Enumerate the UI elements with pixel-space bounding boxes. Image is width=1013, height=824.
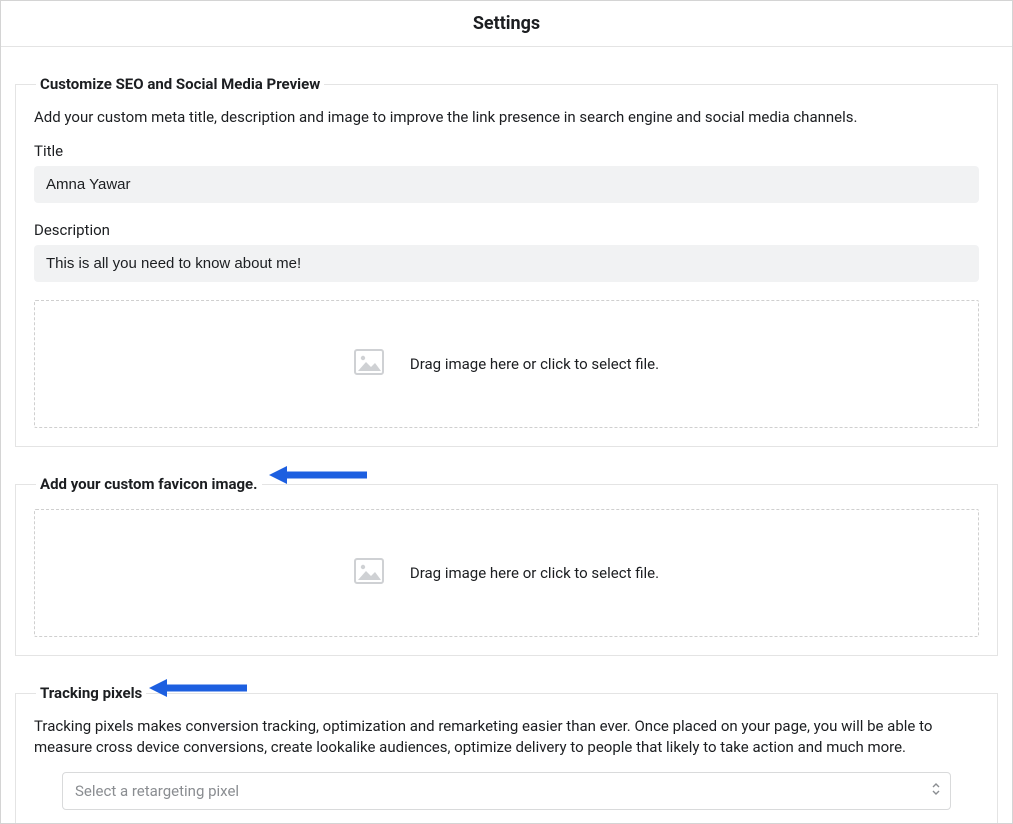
page-header: Settings bbox=[1, 1, 1012, 47]
retargeting-select-wrap: Select a retargeting pixel bbox=[62, 772, 951, 810]
favicon-legend: Add your custom favicon image. bbox=[36, 475, 262, 493]
seo-legend: Customize SEO and Social Media Preview bbox=[36, 75, 324, 93]
tracking-legend: Tracking pixels bbox=[36, 684, 146, 702]
image-icon bbox=[354, 558, 384, 588]
seo-image-dropzone[interactable]: Drag image here or click to select file. bbox=[34, 300, 979, 428]
title-label: Title bbox=[34, 142, 979, 160]
retargeting-pixel-select[interactable]: Select a retargeting pixel bbox=[62, 772, 951, 810]
seo-description: Add your custom meta title, description … bbox=[34, 107, 979, 128]
description-label: Description bbox=[34, 221, 979, 239]
description-input[interactable] bbox=[34, 245, 979, 282]
seo-dropzone-text: Drag image here or click to select file. bbox=[410, 355, 659, 373]
title-input[interactable] bbox=[34, 166, 979, 203]
seo-section: Customize SEO and Social Media Preview A… bbox=[15, 75, 998, 447]
favicon-section: Add your custom favicon image. Drag imag… bbox=[15, 475, 998, 656]
select-placeholder: Select a retargeting pixel bbox=[75, 782, 239, 800]
tracking-section: Tracking pixels Tracking pixels makes co… bbox=[15, 684, 998, 824]
favicon-image-dropzone[interactable]: Drag image here or click to select file. bbox=[34, 509, 979, 637]
settings-page: Settings Customize SEO and Social Media … bbox=[0, 0, 1013, 824]
favicon-dropzone-text: Drag image here or click to select file. bbox=[410, 564, 659, 582]
tracking-description: Tracking pixels makes conversion trackin… bbox=[34, 716, 979, 758]
image-icon bbox=[354, 349, 384, 379]
page-content: Customize SEO and Social Media Preview A… bbox=[1, 75, 1012, 824]
page-title: Settings bbox=[473, 13, 540, 34]
